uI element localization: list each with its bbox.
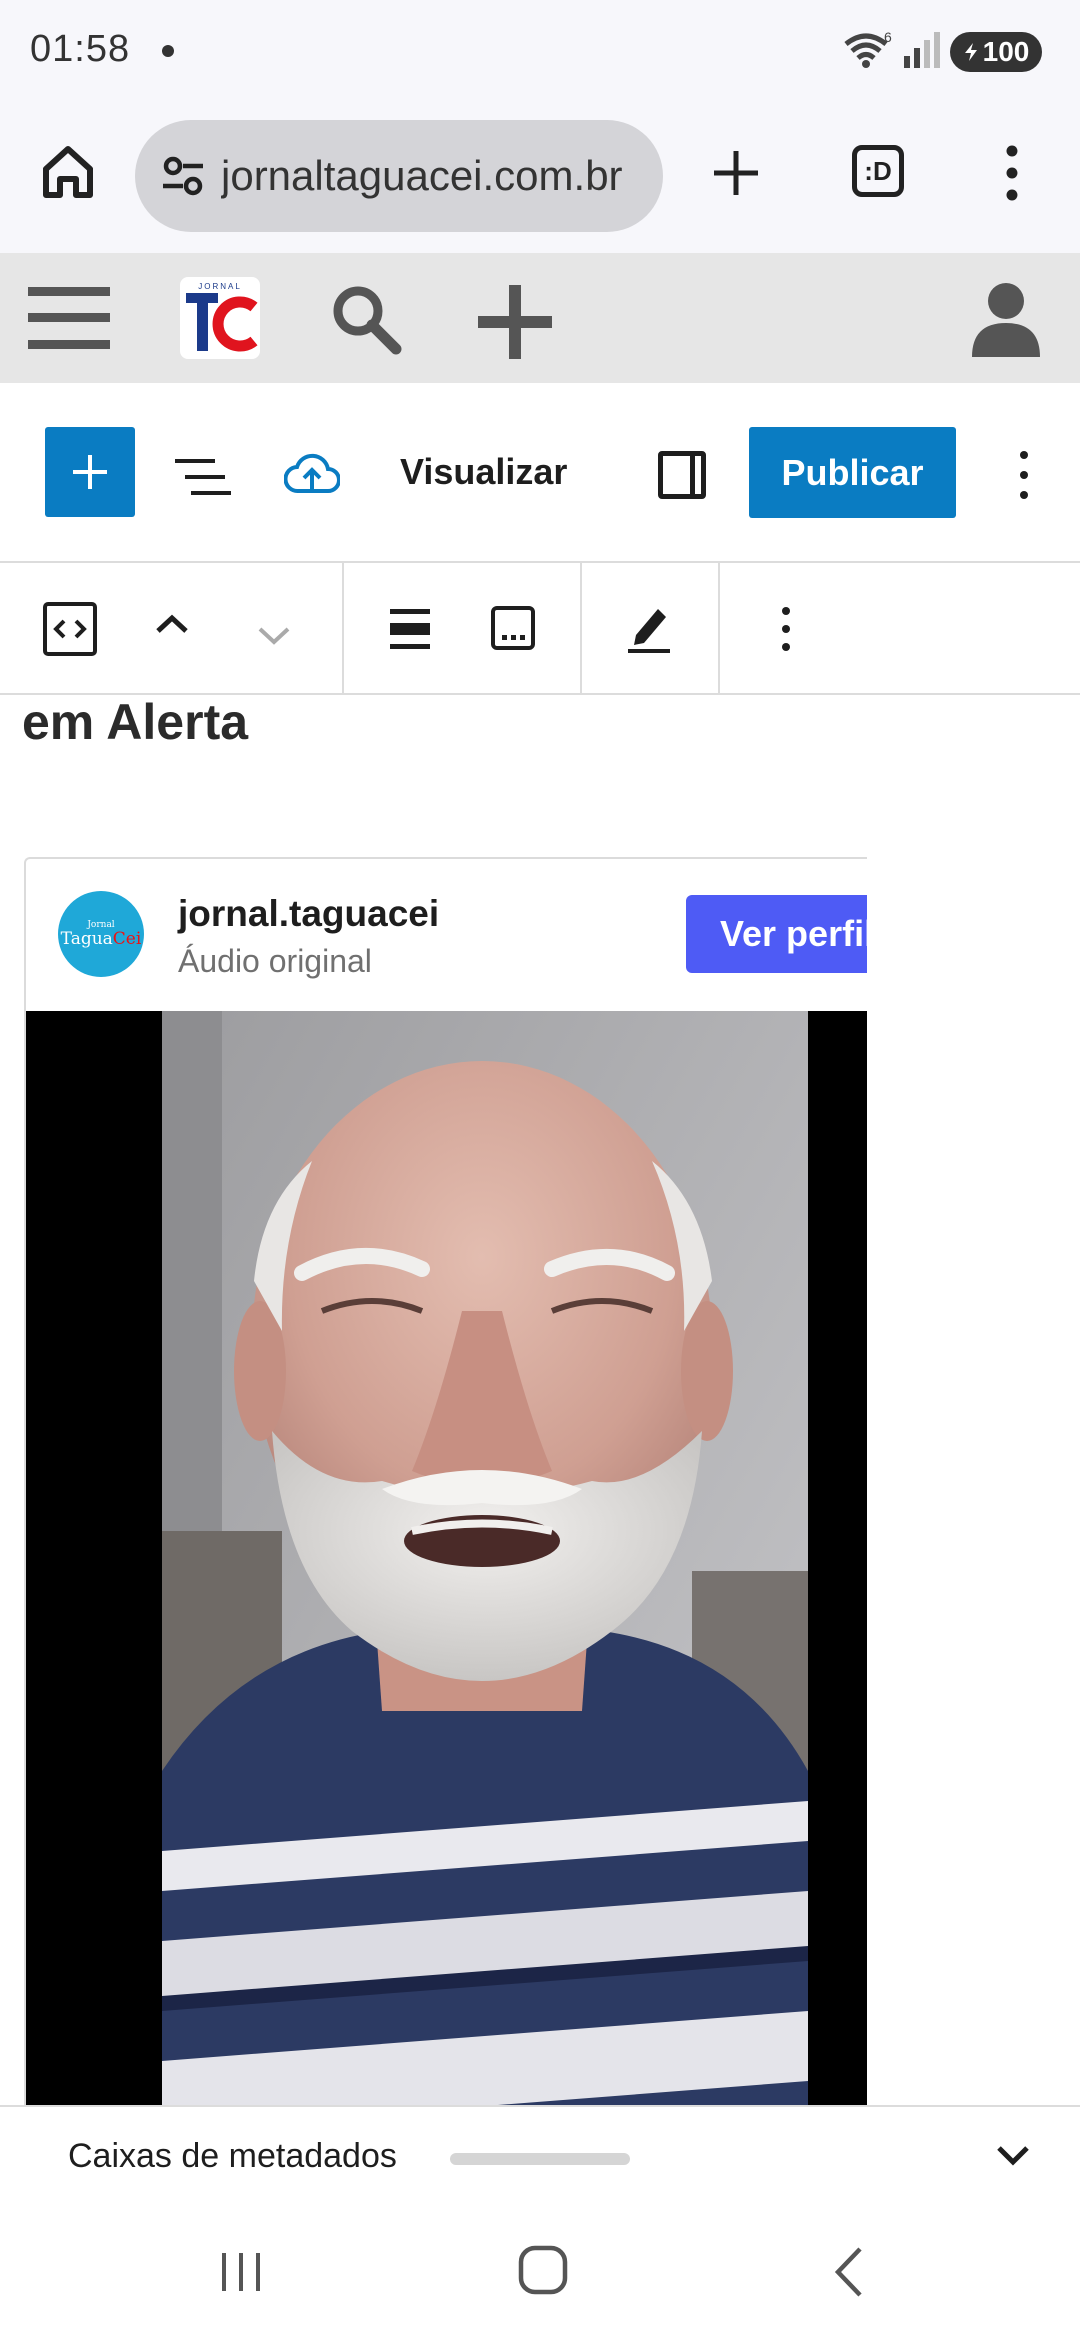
home-nav-icon[interactable] [518, 2245, 568, 2295]
user-account-icon[interactable] [972, 281, 1040, 357]
edit-url-icon[interactable] [628, 603, 670, 653]
notification-dot [162, 45, 174, 57]
metadata-panel[interactable]: Caixas de metadados [0, 2105, 1080, 2205]
toolbar-separator [718, 563, 720, 693]
logo-top-text: JORNAL [198, 282, 242, 291]
editor-options-icon[interactable] [1018, 449, 1030, 501]
post-heading-fragment[interactable]: em Alerta [22, 695, 248, 751]
browser-menu-icon[interactable] [1000, 143, 1024, 203]
chevron-down-icon[interactable] [996, 2143, 1030, 2167]
site-logo[interactable]: JORNAL [180, 277, 260, 359]
publish-button[interactable]: Publicar [749, 427, 956, 518]
signal-icon [904, 32, 940, 68]
wifi-icon: 6 [844, 30, 892, 68]
preview-button[interactable]: Visualizar [400, 451, 567, 493]
home-icon[interactable] [36, 139, 100, 203]
system-navigation-bar [0, 2205, 1080, 2340]
address-bar[interactable]: jornaltaguacei.com.br [135, 120, 663, 232]
editor-toolbar: Visualizar Publicar [0, 383, 1080, 563]
video-still-image [162, 1011, 808, 2105]
toolbar-separator [342, 563, 344, 693]
url-text: jornaltaguacei.com.br [221, 152, 623, 199]
tab-switcher-button[interactable]: :D [852, 145, 904, 197]
video-player[interactable] [26, 1011, 867, 2105]
move-down-icon[interactable] [256, 625, 292, 647]
tc-logo-icon: JORNAL [186, 282, 258, 352]
settings-sidebar-icon[interactable] [658, 451, 706, 499]
add-new-icon[interactable] [478, 285, 552, 359]
browser-toolbar: jornaltaguacei.com.br :D [0, 105, 1080, 253]
block-inserter-button[interactable] [45, 427, 135, 517]
search-icon[interactable] [330, 283, 402, 355]
embed-audio-label: Áudio original [178, 943, 372, 979]
instagram-embed[interactable]: Jornal TaguaCei jornal.taguacei Áudio or… [24, 857, 867, 2105]
status-time: 01:58 [30, 28, 131, 70]
status-bar: 01:58 6 100 [0, 0, 1080, 105]
document-overview-icon[interactable] [175, 457, 231, 497]
editor-canvas: em Alerta Jornal TaguaCei jornal.taguace… [0, 695, 1080, 2105]
recent-apps-icon[interactable] [218, 2249, 264, 2295]
back-nav-icon[interactable] [828, 2245, 868, 2299]
wp-admin-bar: JORNAL [0, 253, 1080, 383]
view-profile-button[interactable]: Ver perfil [686, 895, 867, 973]
avatar-main-text: TaguaCei [61, 930, 142, 948]
save-draft-cloud-icon[interactable] [284, 451, 340, 497]
battery-level: 100 [982, 36, 1030, 67]
profile-avatar[interactable]: Jornal TaguaCei [58, 891, 144, 977]
avatar-main-b: Cei [112, 929, 142, 949]
plus-icon [73, 455, 107, 489]
metadata-label: Caixas de metadados [68, 2137, 397, 2175]
resize-handle[interactable] [450, 2153, 630, 2165]
site-settings-icon[interactable] [159, 152, 207, 200]
embed-block-icon[interactable] [42, 601, 98, 657]
battery-indicator: 100 [950, 32, 1042, 72]
toolbar-separator [580, 563, 582, 693]
embed-username[interactable]: jornal.taguacei [178, 893, 439, 935]
admin-menu-icon[interactable] [28, 283, 110, 353]
avatar-main-a: Tagua [60, 929, 113, 949]
video-frame [162, 1011, 808, 2105]
caption-icon[interactable] [490, 605, 536, 651]
new-tab-icon[interactable] [708, 145, 764, 201]
align-icon[interactable] [388, 609, 432, 649]
block-options-icon[interactable] [780, 605, 792, 653]
block-toolbar [0, 563, 1080, 695]
move-up-icon[interactable] [154, 613, 190, 635]
wifi-badge: 6 [884, 30, 892, 45]
charging-icon [964, 43, 977, 61]
